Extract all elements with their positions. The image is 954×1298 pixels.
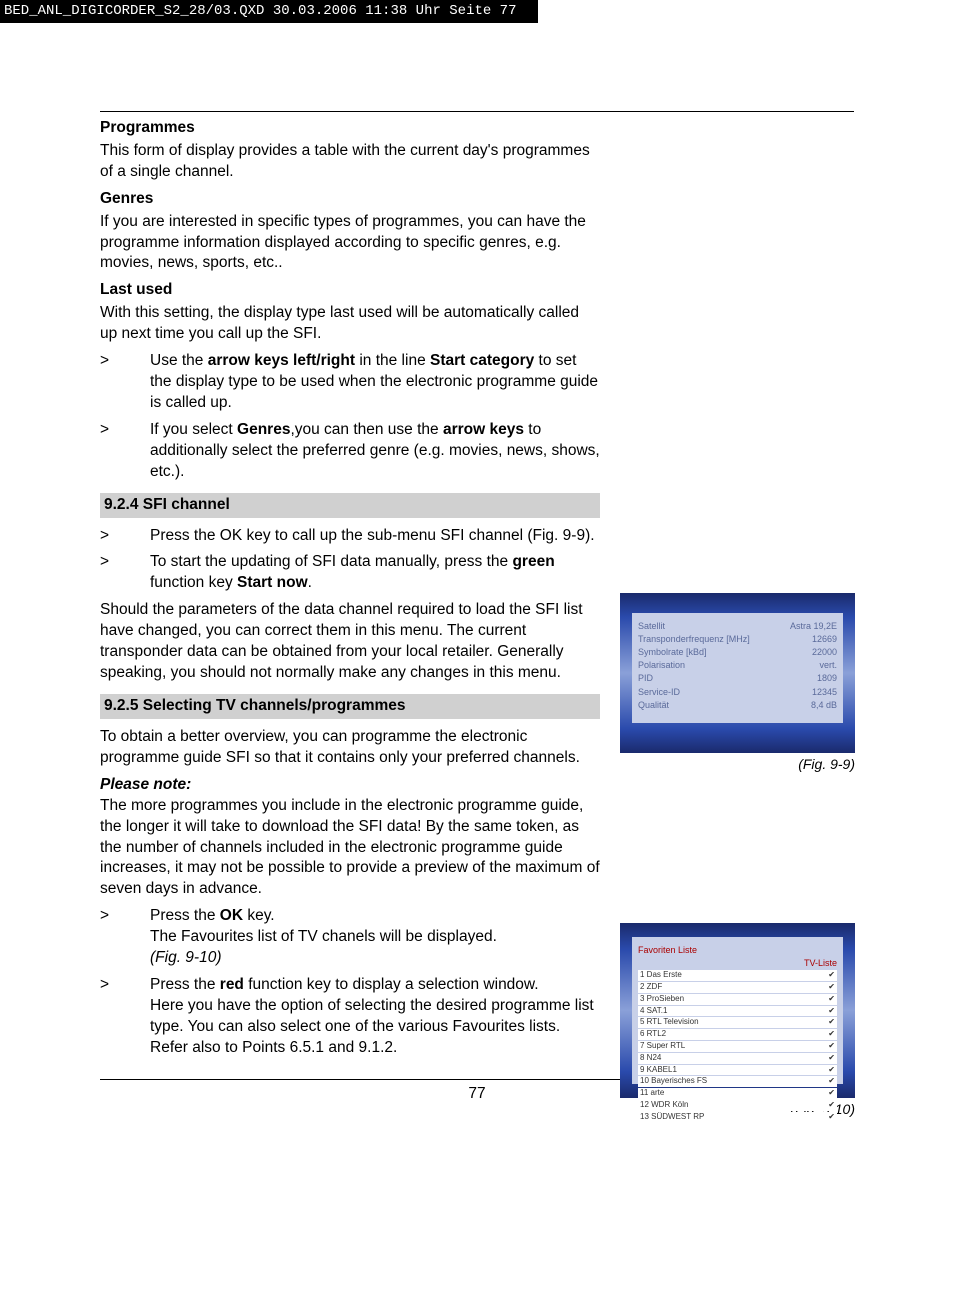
t: key.	[243, 907, 275, 924]
t: 22000	[812, 646, 837, 658]
list-item: 4 SAT.1✔	[638, 1006, 837, 1017]
t: 12669	[812, 633, 837, 645]
t: red	[220, 976, 244, 993]
bullet-green-startnow: > To start the updating of SFI data manu…	[100, 552, 600, 594]
t: 1809	[817, 672, 837, 684]
bullet-press-ok: > Press the OK key. The Favourites list …	[100, 906, 600, 969]
text-genres: If you are interested in specific types …	[100, 212, 600, 275]
list-item: 1 Das Erste✔	[638, 970, 837, 981]
bullet-mark: >	[100, 526, 150, 547]
heading-programmes: Programmes	[100, 118, 600, 139]
top-rule	[100, 111, 854, 112]
t: The Favourites list of TV chanels will b…	[150, 927, 600, 948]
bullet-body: If you select Genres,you can then use th…	[150, 420, 600, 483]
bullet-body: Press the red function key to display a …	[150, 975, 600, 1059]
t: Symbolrate [kBd]	[638, 646, 707, 658]
text-programmes: This form of display provides a table wi…	[100, 141, 600, 183]
t: vert.	[819, 659, 837, 671]
t: green	[512, 553, 554, 570]
list-item: 13 SÜDWEST RP✔	[638, 1112, 837, 1123]
bullet-mark: >	[100, 351, 150, 414]
t: Service-ID	[638, 686, 680, 698]
heading-lastused: Last used	[100, 280, 600, 301]
t: (Fig. 9-10)	[150, 948, 600, 969]
t: Favoriten Liste	[638, 944, 697, 956]
bullet-ok-submenu: > Press the OK key to call up the sub-me…	[100, 526, 600, 547]
t: 12345	[812, 686, 837, 698]
t: Genres	[237, 421, 290, 438]
t: .	[308, 574, 312, 591]
figure-9-9: Satellit Astra 19,2E Transponderfrequenz …	[620, 593, 855, 774]
main-column: Programmes This form of display provides…	[100, 118, 600, 1059]
bullet-press-red: > Press the red function key to display …	[100, 975, 600, 1059]
please-note-label: Please note:	[100, 775, 600, 796]
t: Press the	[150, 907, 220, 924]
t: PID	[638, 672, 653, 684]
bullet-mark: >	[100, 420, 150, 483]
t: Start category	[430, 352, 534, 369]
list-item: 6 RTL2✔	[638, 1029, 837, 1040]
t: arrow keys	[443, 421, 524, 438]
list-item: 5 RTL Television✔	[638, 1017, 837, 1028]
text-should-parameters: Should the parameters of the data channe…	[100, 600, 600, 684]
t: Here you have the option of selecting th…	[150, 996, 600, 1059]
bullet-arrowkeys: > Use the arrow keys left/right in the l…	[100, 351, 600, 414]
t: Transponderfrequenz [MHz]	[638, 633, 750, 645]
bullet-mark: >	[100, 552, 150, 594]
t: To start the updating of SFI data manual…	[150, 553, 512, 570]
list-item: 11 arte✔	[638, 1088, 837, 1099]
bullet-body: Press the OK key to call up the sub-menu…	[150, 526, 600, 547]
t: Press the	[150, 976, 220, 993]
figure-9-10: Favoriten Liste TV-Liste 1 Das Erste✔2 Z…	[620, 923, 855, 1119]
figure-9-9-image: Satellit Astra 19,2E Transponderfrequenz …	[620, 593, 855, 753]
t: Polarisation	[638, 659, 685, 671]
t: OK	[220, 907, 243, 924]
heading-924: 9.2.4 SFI channel	[100, 493, 600, 518]
figure-9-10-image: Favoriten Liste TV-Liste 1 Das Erste✔2 Z…	[620, 923, 855, 1098]
t: ,you can then use the	[290, 421, 443, 438]
t: in the line	[355, 352, 430, 369]
text-lastused: With this setting, the display type last…	[100, 303, 600, 345]
t: Astra 19,2E	[790, 620, 837, 632]
t: Start now	[237, 574, 308, 591]
t: TV-Liste	[804, 957, 837, 969]
list-item: 3 ProSieben✔	[638, 994, 837, 1005]
page-body: Programmes This form of display provides…	[0, 23, 954, 1145]
bullet-mark: >	[100, 906, 150, 969]
t: Satellit	[638, 620, 665, 632]
t: 8,4 dB	[811, 699, 837, 711]
list-item: 7 Super RTL✔	[638, 1041, 837, 1052]
bullet-mark: >	[100, 975, 150, 1059]
t: function key to display a selection wind…	[244, 976, 539, 993]
t: Use the	[150, 352, 208, 369]
list-item: 10 Bayerisches FS✔	[638, 1076, 837, 1087]
bullet-body: Press the OK key. The Favourites list of…	[150, 906, 600, 969]
heading-genres: Genres	[100, 189, 600, 210]
list-item: 12 WDR Köln✔	[638, 1100, 837, 1111]
text-obtain-overview: To obtain a better overview, you can pro…	[100, 727, 600, 769]
list-item: 8 N24✔	[638, 1053, 837, 1064]
text-more-programmes: The more programmes you include in the e…	[100, 796, 600, 901]
figure-9-10-list: 1 Das Erste✔2 ZDF✔3 ProSieben✔4 SAT.1✔5 …	[638, 970, 837, 1122]
bullet-body: To start the updating of SFI data manual…	[150, 552, 600, 594]
t: function key	[150, 574, 237, 591]
list-item: 9 KABEL1✔	[638, 1065, 837, 1076]
t: Qualität	[638, 699, 669, 711]
figure-9-9-caption: (Fig. 9-9)	[620, 755, 855, 774]
t: If you select	[150, 421, 237, 438]
source-file-header: BED_ANL_DIGICORDER_S2_28/03.QXD 30.03.20…	[0, 0, 538, 23]
t: arrow keys left/right	[208, 352, 355, 369]
bullet-body: Use the arrow keys left/right in the lin…	[150, 351, 600, 414]
list-item: 2 ZDF✔	[638, 982, 837, 993]
bullet-genres-select: > If you select Genres,you can then use …	[100, 420, 600, 483]
heading-925: 9.2.5 Selecting TV channels/programmes	[100, 694, 600, 719]
